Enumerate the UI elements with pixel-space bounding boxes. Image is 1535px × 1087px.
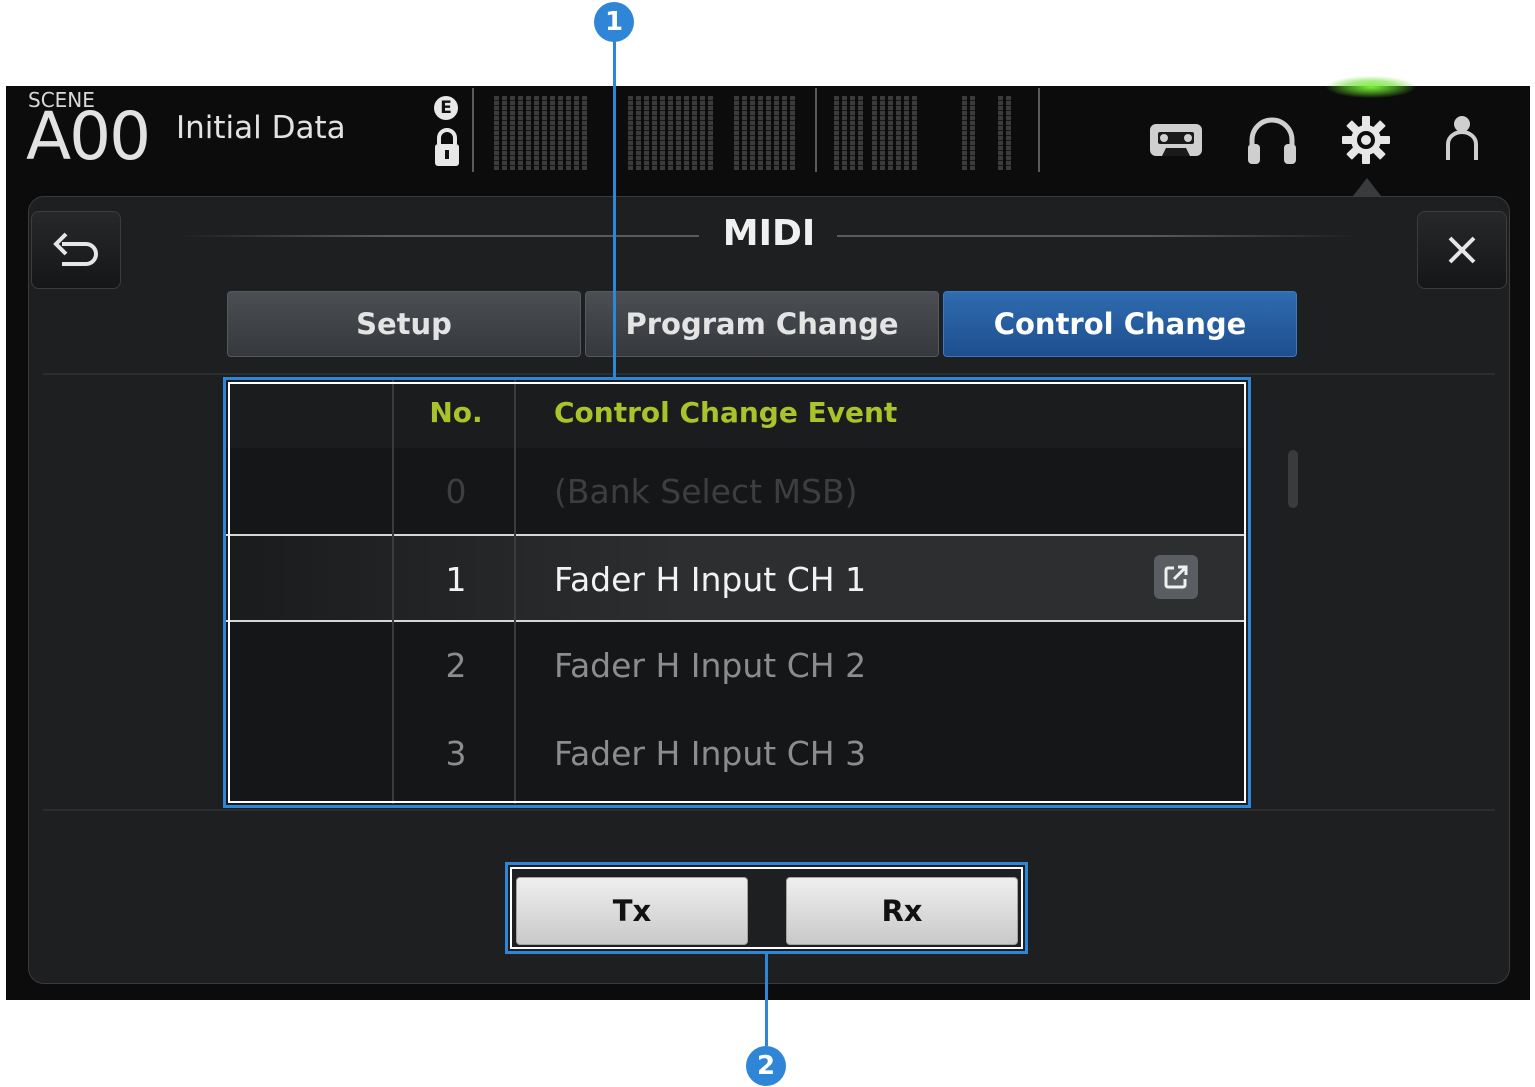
level-meters [472, 86, 1042, 172]
recorder-icon[interactable] [1144, 108, 1208, 172]
lock-icon [435, 128, 459, 166]
panel-pointer [1353, 178, 1381, 196]
close-icon [1448, 236, 1476, 264]
callout-badge-2: 2 [746, 1046, 786, 1086]
settings-active-glow [1326, 76, 1416, 98]
callout-box-table [223, 377, 1251, 808]
tab-bar: Setup Program Change Control Change [227, 291, 1297, 357]
callout-line-2 [765, 954, 768, 1046]
callout-line-1 [613, 40, 616, 378]
close-button[interactable] [1417, 211, 1507, 289]
scrollbar[interactable] [1288, 450, 1298, 508]
scene-number[interactable]: A00 [26, 102, 151, 172]
divider [43, 373, 1495, 375]
scene-name[interactable]: Initial Data [176, 110, 346, 146]
status-indicators: E [430, 94, 462, 166]
settings-gear-icon[interactable] [1334, 108, 1398, 172]
edit-indicator-icon: E [434, 96, 458, 120]
tab-control-change[interactable]: Control Change [943, 291, 1297, 357]
tab-program-change[interactable]: Program Change [585, 291, 939, 357]
callout-box-txrx [505, 862, 1028, 954]
tab-setup[interactable]: Setup [227, 291, 581, 357]
callout-badge-1: 1 [594, 2, 634, 42]
headphones-icon[interactable] [1240, 108, 1304, 172]
panel-title: MIDI [722, 213, 816, 254]
user-icon[interactable] [1430, 108, 1494, 172]
divider [43, 809, 1495, 811]
